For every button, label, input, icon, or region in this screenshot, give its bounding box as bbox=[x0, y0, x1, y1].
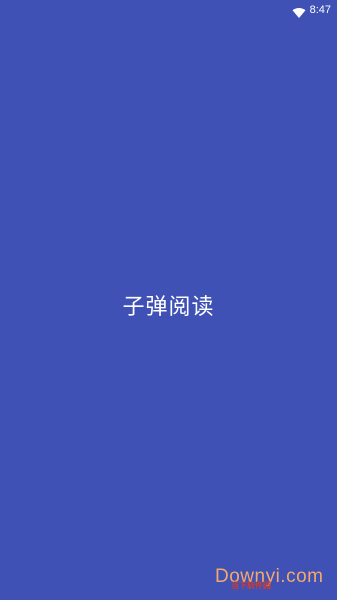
splash-title: 子弹阅读 bbox=[122, 295, 215, 320]
status-time: 8:47 bbox=[309, 4, 331, 16]
status-bar: 8:47 bbox=[0, 0, 337, 20]
wifi-icon bbox=[292, 4, 306, 18]
watermark-logo: Downyi.com 当下软件园 bbox=[215, 562, 335, 596]
watermark-subtext: 当下软件园 bbox=[231, 581, 271, 590]
